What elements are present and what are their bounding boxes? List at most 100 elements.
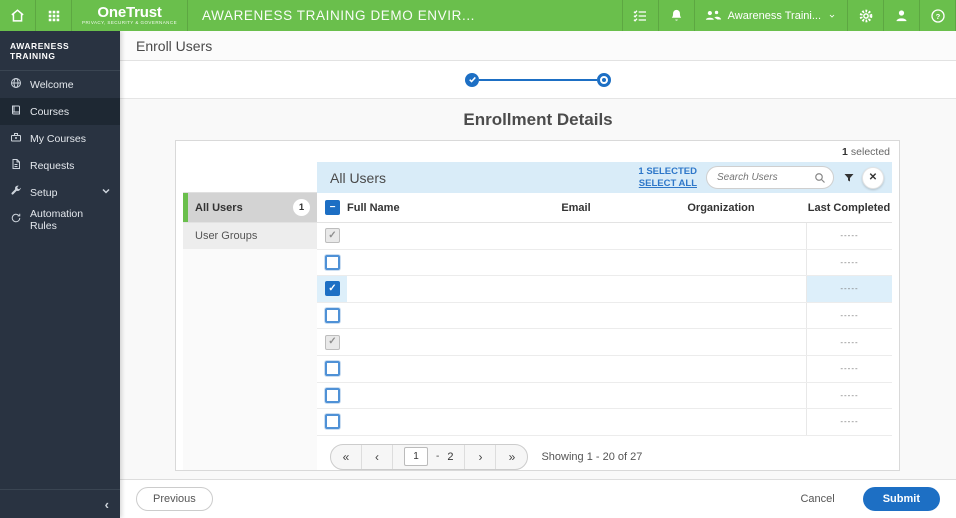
brand-name: OneTrust [97, 4, 162, 22]
selected-count: 1 [842, 145, 848, 158]
row-checkbox[interactable] [325, 387, 340, 403]
check-icon: ✓ [328, 282, 337, 294]
table-row[interactable]: ----- [317, 409, 892, 436]
table-row[interactable]: ----- [317, 249, 892, 277]
cell-organization [636, 329, 806, 355]
filter-button[interactable] [843, 172, 855, 184]
pagination-total-pages: 2 [447, 450, 454, 463]
row-checkbox[interactable]: ✓ [325, 334, 340, 350]
table-row[interactable]: ✓ ----- [317, 276, 892, 303]
row-checkbox[interactable] [325, 414, 340, 430]
column-header-last-completed[interactable]: Last Completed [806, 202, 892, 214]
clear-filter-button[interactable]: ✕ [862, 166, 884, 189]
submit-button[interactable]: Submit [862, 487, 940, 511]
notifications-button[interactable] [659, 0, 695, 31]
automation-icon [10, 212, 22, 227]
cell-email [516, 223, 636, 249]
step-current-indicator[interactable] [597, 72, 611, 87]
cell-last-completed: ----- [806, 223, 892, 249]
row-checkbox[interactable]: ✓ [325, 281, 340, 297]
globe-icon [10, 77, 22, 92]
account-button[interactable] [884, 0, 920, 31]
sidebar-item-automation-rules[interactable]: Automation Rules [0, 206, 120, 233]
book-icon [10, 104, 22, 119]
table-header-row: − Full Name Email Organization Last Comp… [317, 193, 892, 223]
panel-item-user-groups[interactable]: User Groups [183, 222, 317, 249]
panel-item-all-users[interactable]: All Users 1 [183, 193, 317, 222]
table-row[interactable]: ----- [317, 382, 892, 410]
svg-text:?: ? [935, 11, 940, 20]
sidebar: AWARENESS TRAINING Welcome Courses My Co… [0, 31, 120, 518]
pagination-last-button[interactable]: » [496, 445, 527, 469]
cell-email [516, 329, 636, 355]
row-checkbox[interactable] [325, 254, 340, 270]
pagination-dash: - [436, 451, 440, 463]
cell-email [516, 250, 636, 276]
cell-organization [636, 276, 806, 302]
table-row[interactable]: ----- [317, 355, 892, 383]
tasks-button[interactable] [623, 0, 659, 31]
cancel-button[interactable]: Cancel [800, 493, 834, 505]
row-checkbox[interactable] [325, 308, 340, 324]
cell-full-name [347, 329, 516, 355]
page-title: Enroll Users [136, 37, 213, 54]
select-all-link[interactable]: SELECT ALL [638, 178, 697, 189]
sidebar-item-welcome[interactable]: Welcome [0, 71, 120, 98]
cell-last-completed: ----- [806, 302, 892, 329]
cell-organization [636, 409, 806, 435]
sidebar-collapse-button[interactable]: ‹ [0, 489, 120, 518]
cell-full-name [347, 409, 516, 435]
sidebar-item-my-courses[interactable]: My Courses [0, 125, 120, 152]
row-checkbox[interactable] [325, 361, 340, 377]
pagination-prev-button[interactable]: ‹ [362, 444, 393, 469]
help-icon: ? [930, 8, 946, 24]
panel-item-label: User Groups [195, 230, 258, 242]
app-grid-button[interactable] [36, 0, 72, 31]
pagination-first-button[interactable]: « [331, 444, 362, 469]
settings-button[interactable] [848, 0, 884, 31]
column-header-organization[interactable]: Organization [636, 202, 806, 214]
group-icon [705, 9, 722, 22]
help-button[interactable]: ? [920, 0, 956, 31]
selected-summary: 1 selected [176, 141, 899, 162]
sidebar-item-courses[interactable]: Courses [0, 98, 120, 125]
row-checkbox[interactable]: ✓ [325, 228, 340, 244]
sidebar-title: AWARENESS TRAINING [0, 31, 120, 71]
table-row[interactable]: ✓ ----- [317, 329, 892, 356]
sidebar-item-setup[interactable]: Setup [0, 179, 120, 206]
table-row[interactable]: ✓ ----- [317, 223, 892, 250]
pagination-page-input[interactable] [404, 447, 428, 467]
cell-organization [636, 303, 806, 329]
person-icon [894, 8, 909, 23]
stepper-connector [479, 78, 597, 81]
cell-full-name [347, 276, 516, 302]
app-title: AWARENESS TRAINING DEMO ENVIR... [202, 8, 476, 23]
column-header-full-name[interactable]: Full Name [347, 202, 516, 214]
select-all-checkbox[interactable]: − [325, 200, 340, 215]
pagination-bar: « ‹ - 2 › » Showing 1 - 20 of 27 [317, 436, 892, 470]
cell-organization [636, 223, 806, 249]
workspace-label: Awareness Traini... [727, 9, 821, 22]
previous-button[interactable]: Previous [136, 487, 213, 511]
step-complete-indicator[interactable] [465, 72, 479, 87]
panel-fill [183, 249, 317, 470]
workspace-selector[interactable]: Awareness Traini... [695, 0, 848, 31]
table-row[interactable]: ----- [317, 302, 892, 330]
pagination-next-button[interactable]: › [465, 444, 497, 469]
collapse-chevron-icon: ‹ [104, 496, 109, 512]
column-header-email[interactable]: Email [516, 202, 636, 214]
all-users-count-badge: 1 [293, 199, 310, 216]
top-app-bar: OneTrust PRIVACY, SECURITY & GOVERNANCE … [0, 0, 956, 31]
wizard-footer: Previous Cancel Submit [120, 479, 956, 518]
minus-icon: − [329, 201, 336, 213]
table-title: All Users [330, 169, 387, 186]
cell-last-completed: ----- [806, 329, 892, 355]
cell-email [516, 383, 636, 409]
home-button[interactable] [0, 0, 36, 31]
wrench-icon [10, 185, 22, 200]
cell-last-completed: ----- [806, 355, 892, 382]
close-icon: ✕ [868, 172, 878, 183]
sidebar-item-requests[interactable]: Requests [0, 152, 120, 179]
onetrust-logo[interactable]: OneTrust PRIVACY, SECURITY & GOVERNANCE [72, 0, 189, 31]
users-table: All Users 1 SELECTED SELECT ALL ✕ − Full… [317, 162, 892, 470]
